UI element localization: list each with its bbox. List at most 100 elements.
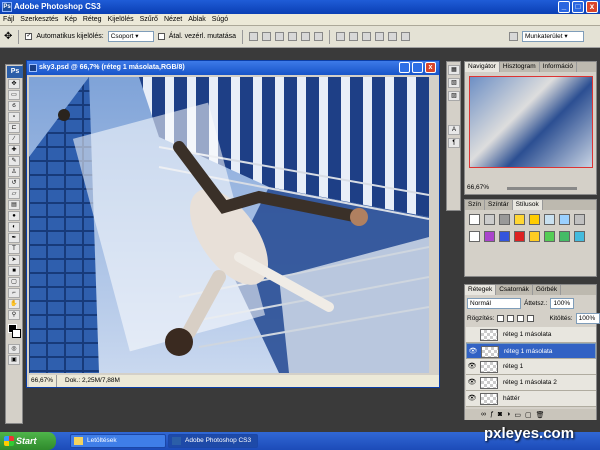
delete-layer-icon[interactable]: 🗑: [536, 411, 545, 419]
style-swatch[interactable]: [559, 214, 570, 225]
opacity-input[interactable]: 100%: [550, 298, 575, 309]
tab-color[interactable]: Szín: [465, 200, 486, 210]
panel-tool-presets-icon[interactable]: ▧: [448, 78, 460, 88]
tab-styles[interactable]: Stílusok: [512, 200, 543, 210]
tab-layers[interactable]: Rétegek: [465, 285, 497, 295]
adjustment-layer-icon[interactable]: ◑: [506, 411, 510, 418]
distribute-vcenter-icon[interactable]: [349, 32, 359, 41]
style-swatch[interactable]: [574, 231, 585, 242]
align-top-icon[interactable]: [249, 32, 259, 41]
style-swatch[interactable]: [499, 231, 510, 242]
menu-file[interactable]: Fájl: [3, 16, 14, 23]
style-swatch[interactable]: [559, 231, 570, 242]
marquee-tool-icon[interactable]: ▭: [8, 90, 20, 100]
menu-select[interactable]: Kijelölés: [108, 16, 134, 23]
magic-wand-tool-icon[interactable]: ⋆: [8, 112, 20, 122]
auto-select-dropdown[interactable]: Csoport ▾: [107, 31, 154, 42]
style-swatch[interactable]: [529, 214, 540, 225]
taskbar-item-downloads[interactable]: Letöltések: [70, 434, 166, 448]
eraser-tool-icon[interactable]: ▱: [8, 189, 20, 199]
menu-view[interactable]: Nézet: [164, 16, 182, 23]
layer-visibility-eye-icon[interactable]: 👁: [467, 378, 477, 387]
link-layers-icon[interactable]: ∞: [481, 411, 486, 418]
style-swatch[interactable]: [514, 231, 525, 242]
layer-visibility-eye-icon[interactable]: 👁: [467, 362, 477, 371]
style-swatch[interactable]: [529, 231, 540, 242]
workspace-dropdown[interactable]: Munkaterület ▾: [522, 31, 584, 42]
taskbar-item-photoshop[interactable]: Adobe Photoshop CS3: [168, 434, 258, 448]
blend-mode-dropdown[interactable]: Normál: [467, 298, 521, 309]
align-bottom-icon[interactable]: [275, 32, 285, 41]
layer-mask-icon[interactable]: ◙: [498, 411, 502, 418]
lasso-tool-icon[interactable]: ϭ: [8, 101, 20, 111]
lock-all-icon[interactable]: [527, 315, 535, 322]
distribute-bottom-icon[interactable]: [362, 32, 372, 41]
new-group-icon[interactable]: ▭: [514, 411, 521, 419]
tab-paths[interactable]: Görbék: [533, 285, 562, 295]
layer-row[interactable]: réteg 1 másolata: [466, 327, 596, 343]
menu-edit[interactable]: Szerkesztés: [20, 16, 58, 23]
style-swatch[interactable]: [484, 214, 495, 225]
layer-visibility-eye-icon[interactable]: [467, 330, 477, 339]
close-button[interactable]: x: [586, 1, 598, 13]
menu-filter[interactable]: Szűrő: [140, 16, 158, 23]
style-swatch[interactable]: [574, 214, 585, 225]
blur-tool-icon[interactable]: ●: [8, 211, 20, 221]
gradient-tool-icon[interactable]: ▤: [8, 200, 20, 210]
align-vcenter-icon[interactable]: [262, 32, 272, 41]
distribute-top-icon[interactable]: [336, 32, 346, 41]
workspace-icon[interactable]: [509, 32, 518, 41]
lock-position-icon[interactable]: [517, 315, 525, 322]
type-tool-icon[interactable]: T: [8, 244, 20, 254]
zoom-tool-icon[interactable]: ⚲: [8, 310, 20, 320]
shape-tool-icon[interactable]: ■: [8, 266, 20, 276]
lock-pixels-icon[interactable]: [507, 315, 515, 322]
style-swatch[interactable]: [544, 214, 555, 225]
style-swatch[interactable]: [484, 231, 495, 242]
background-color-swatch[interactable]: [12, 329, 21, 338]
style-swatch[interactable]: [469, 214, 480, 225]
layer-visibility-eye-icon[interactable]: 👁: [467, 394, 477, 403]
menu-help[interactable]: Súgó: [212, 16, 228, 23]
healing-brush-tool-icon[interactable]: ✚: [8, 145, 20, 155]
layer-visibility-eye-icon[interactable]: 👁: [468, 347, 478, 356]
document-info[interactable]: Dok.: 2,25M/7,88M: [57, 375, 120, 387]
align-left-icon[interactable]: [288, 32, 298, 41]
panel-character-icon[interactable]: A: [448, 125, 460, 135]
layer-row[interactable]: 👁 háttér: [466, 391, 596, 407]
history-brush-tool-icon[interactable]: ↺: [8, 178, 20, 188]
move-tool-icon[interactable]: ✥: [4, 31, 12, 42]
layer-row[interactable]: 👁 réteg 1 másolata 2: [466, 375, 596, 391]
slice-tool-icon[interactable]: ∕: [8, 134, 20, 144]
menu-window[interactable]: Ablak: [188, 16, 206, 23]
dodge-tool-icon[interactable]: ◐: [8, 222, 20, 232]
style-swatch[interactable]: [514, 214, 525, 225]
menu-image[interactable]: Kép: [64, 16, 76, 23]
tab-swatches[interactable]: Színtár: [485, 200, 513, 210]
navigator-zoom[interactable]: 66,67%: [467, 184, 489, 191]
menu-layer[interactable]: Réteg: [83, 16, 102, 23]
path-selection-tool-icon[interactable]: ➤: [8, 255, 20, 265]
layer-style-icon[interactable]: ƒ: [490, 411, 494, 418]
distribute-right-icon[interactable]: [401, 32, 411, 41]
move-tool-icon[interactable]: ✥: [8, 79, 20, 89]
layer-row[interactable]: 👁 réteg 1 másolata: [466, 343, 596, 359]
quick-mask-icon[interactable]: ◎: [8, 344, 20, 354]
style-swatch[interactable]: [499, 214, 510, 225]
screen-mode-icon[interactable]: ▣: [8, 355, 20, 365]
navigator-preview[interactable]: [469, 76, 593, 168]
align-right-icon[interactable]: [314, 32, 324, 41]
panel-layer-comps-icon[interactable]: ▨: [448, 91, 460, 101]
distribute-left-icon[interactable]: [375, 32, 385, 41]
distribute-hcenter-icon[interactable]: [388, 32, 398, 41]
eyedropper-tool-icon[interactable]: ⌐: [8, 288, 20, 298]
notes-tool-icon[interactable]: ▢: [8, 277, 20, 287]
pen-tool-icon[interactable]: ✒: [8, 233, 20, 243]
document-minimize-button[interactable]: [399, 62, 410, 73]
lock-transparency-icon[interactable]: [497, 315, 505, 322]
tab-histogram[interactable]: Hisztogram: [500, 62, 540, 72]
crop-tool-icon[interactable]: ⊏: [8, 123, 20, 133]
layer-row[interactable]: 👁 réteg 1: [466, 359, 596, 375]
tab-info[interactable]: Információ: [540, 62, 578, 72]
navigator-zoom-slider[interactable]: [507, 187, 577, 190]
